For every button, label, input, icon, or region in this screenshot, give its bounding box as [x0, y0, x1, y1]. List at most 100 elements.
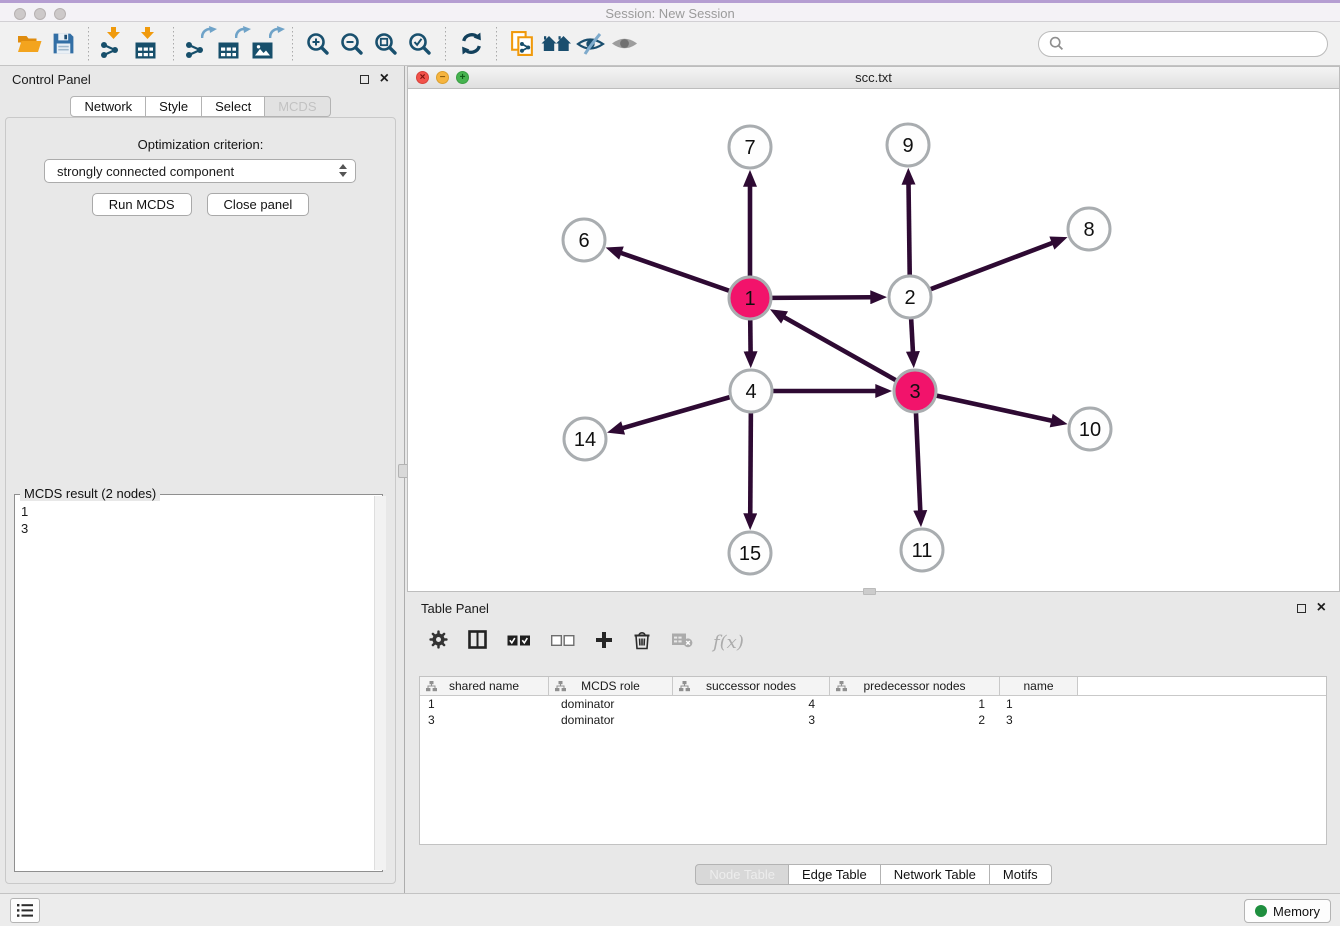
graph-edge-3-1[interactable]: [784, 317, 896, 380]
tab-node-table[interactable]: Node Table: [695, 864, 789, 885]
float-panel-icon[interactable]: [1297, 604, 1306, 613]
table-cell[interactable]: 3: [673, 713, 830, 727]
apply-layout-button[interactable]: [454, 27, 488, 61]
import-network-button[interactable]: [97, 27, 131, 61]
zoom-fit-icon: [373, 31, 399, 57]
table-cell[interactable]: 3: [420, 713, 549, 727]
export-network-icon: [184, 29, 214, 59]
column-header-shared-name[interactable]: shared name: [420, 677, 549, 695]
table-cell[interactable]: 1: [830, 697, 1000, 711]
function-builder-button[interactable]: f(x): [713, 632, 744, 653]
graph-edge-1-6[interactable]: [621, 253, 729, 291]
delete-table-button[interactable]: [671, 632, 693, 653]
new-network-from-selection-button[interactable]: [505, 27, 539, 61]
table-cell[interactable]: 4: [673, 697, 830, 711]
deselect-all-rows-button[interactable]: [551, 633, 575, 651]
delete-column-button[interactable]: [633, 630, 651, 655]
add-column-button[interactable]: [595, 631, 613, 654]
canvas-resize-handle[interactable]: [863, 588, 876, 595]
column-header-MCDS-role[interactable]: MCDS role: [549, 677, 673, 695]
close-panel-icon[interactable]: ×: [1317, 603, 1326, 613]
checked-boxes-icon: [507, 635, 531, 646]
graph-node-label: 3: [909, 381, 920, 403]
graph-edge-3-11[interactable]: [916, 413, 920, 511]
graph-node-label: 7: [744, 137, 755, 159]
graph-node-label: 14: [574, 429, 596, 451]
close-panel-icon[interactable]: ×: [380, 74, 389, 84]
table-cell[interactable]: 2: [830, 713, 1000, 727]
show-all-button[interactable]: [607, 27, 641, 61]
save-icon: [51, 31, 76, 56]
tab-motifs[interactable]: Motifs: [990, 864, 1052, 885]
table-cell[interactable]: 1: [420, 697, 549, 711]
network-canvas[interactable]: 7968124314101511: [408, 89, 1339, 588]
column-header-successor-nodes[interactable]: successor nodes: [673, 677, 830, 695]
table-cell[interactable]: dominator: [549, 697, 673, 711]
status-bar: Memory: [0, 893, 1340, 926]
sort-tree-icon: [836, 681, 847, 692]
graph-edge-4-15[interactable]: [750, 413, 751, 514]
zoom-selected-button[interactable]: [403, 27, 437, 61]
node-table: shared name MCDS role successor nodes prede…: [419, 676, 1327, 845]
column-label: shared name: [449, 679, 519, 693]
graph-edge-4-14[interactable]: [622, 397, 729, 428]
optimization-criterion-select[interactable]: strongly connected component: [44, 159, 356, 183]
network-window-titlebar[interactable]: × − + scc.txt: [408, 67, 1339, 89]
result-scrollbar[interactable]: [374, 496, 386, 870]
column-header-name[interactable]: name: [1000, 677, 1078, 695]
zoom-fit-button[interactable]: [369, 27, 403, 61]
column-header-predecessor-nodes[interactable]: predecessor nodes: [830, 677, 1000, 695]
table-cell[interactable]: dominator: [549, 713, 673, 727]
export-network-button[interactable]: [182, 27, 216, 61]
open-session-button[interactable]: [12, 27, 46, 61]
table-cell[interactable]: 1: [1000, 697, 1078, 711]
graph-edge-2-9[interactable]: [909, 184, 910, 275]
run-mcds-button[interactable]: Run MCDS: [92, 193, 192, 216]
hide-selected-button[interactable]: [573, 27, 607, 61]
zoom-out-button[interactable]: [335, 27, 369, 61]
zoom-selected-icon: [407, 31, 433, 57]
mcds-result-node[interactable]: 1: [21, 504, 359, 521]
tab-network-table[interactable]: Network Table: [881, 864, 990, 885]
export-table-icon: [218, 29, 248, 59]
zoom-in-button[interactable]: [301, 27, 335, 61]
graph-edge-3-10[interactable]: [936, 396, 1051, 421]
control-panel-title: Control Panel: [12, 72, 91, 87]
graph-node-label: 11: [912, 540, 933, 562]
column-label: predecessor nodes: [863, 679, 965, 693]
search-input[interactable]: [1070, 36, 1317, 51]
select-all-rows-button[interactable]: [507, 633, 531, 651]
table-row[interactable]: 3dominator323: [420, 712, 1326, 728]
table-panel-title: Table Panel: [421, 601, 489, 616]
float-panel-icon[interactable]: [360, 75, 369, 84]
graph-edge-1-2[interactable]: [772, 297, 871, 298]
export-table-button[interactable]: [216, 27, 250, 61]
delete-table-icon: [671, 632, 693, 648]
close-panel-button[interactable]: Close panel: [207, 193, 310, 216]
mcds-result-node[interactable]: 3: [21, 521, 359, 538]
tab-edge-table[interactable]: Edge Table: [789, 864, 881, 885]
graph-edge-2-3[interactable]: [911, 319, 913, 352]
import-network-icon: [99, 29, 129, 59]
toolbar-separator: [445, 27, 446, 61]
toolbar-separator: [292, 27, 293, 61]
tab-style[interactable]: Style: [146, 96, 202, 117]
import-table-button[interactable]: [131, 27, 165, 61]
tab-mcds[interactable]: MCDS: [265, 96, 330, 117]
eye-icon: [611, 34, 638, 53]
column-label: successor nodes: [706, 679, 796, 693]
mcds-result-list[interactable]: 13: [15, 502, 365, 864]
tab-select[interactable]: Select: [202, 96, 265, 117]
save-session-button[interactable]: [46, 27, 80, 61]
task-history-button[interactable]: [10, 898, 40, 923]
tab-network[interactable]: Network: [70, 96, 146, 117]
column-visibility-button[interactable]: [468, 630, 487, 654]
table-settings-button[interactable]: [429, 630, 448, 654]
table-row[interactable]: 1dominator411: [420, 696, 1326, 712]
graph-node-label: 10: [1079, 419, 1101, 441]
first-neighbors-button[interactable]: [539, 27, 573, 61]
graph-edge-2-8[interactable]: [931, 243, 1053, 289]
table-cell[interactable]: 3: [1000, 713, 1078, 727]
export-image-button[interactable]: [250, 27, 284, 61]
memory-button[interactable]: Memory: [1244, 899, 1331, 923]
